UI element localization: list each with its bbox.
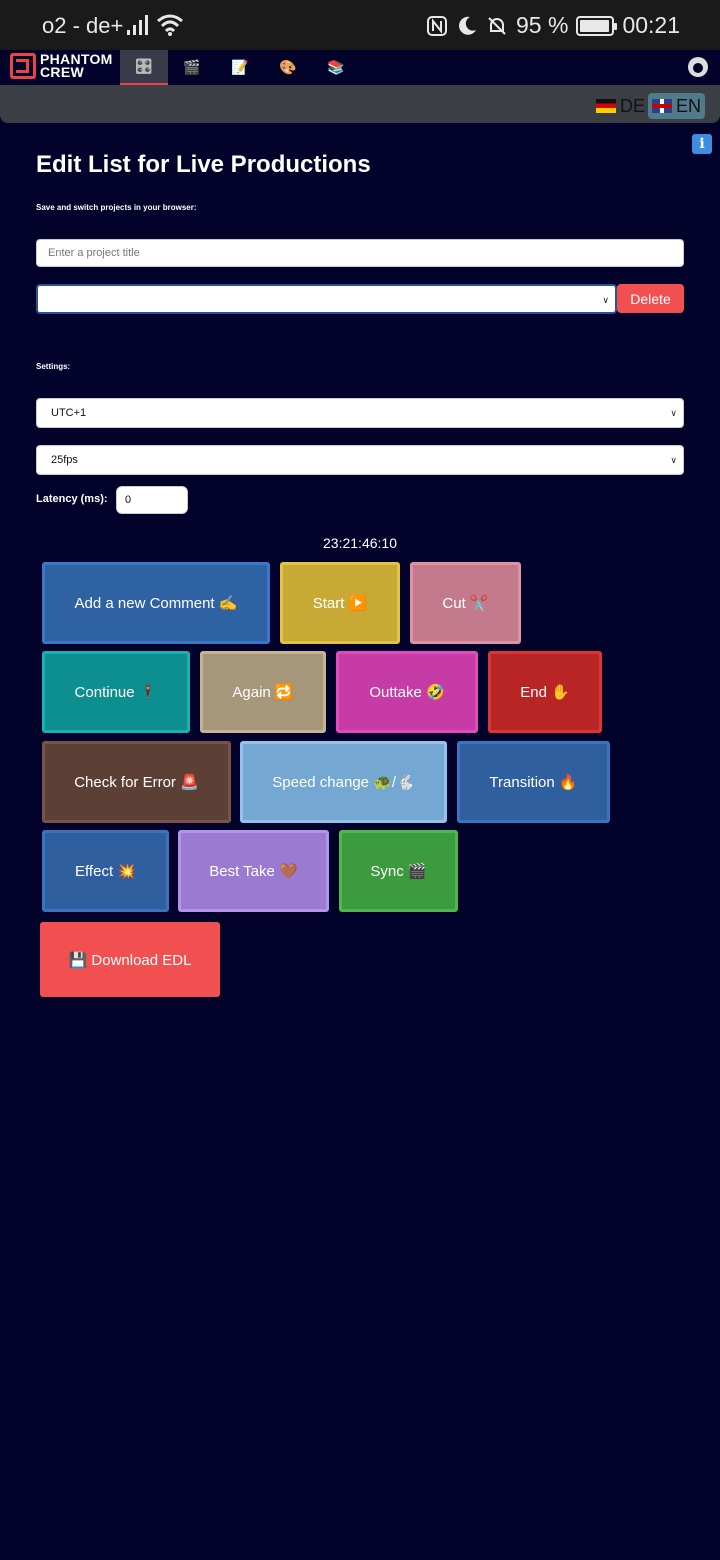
nav-tab-memo[interactable]: 📝 (216, 50, 264, 85)
start-label: Start ▶️ (312, 595, 368, 612)
effect-button[interactable]: Effect 💥 (42, 830, 169, 912)
speed-change-label: Speed change 🐢/🐇 (272, 774, 415, 791)
clock: 00:21 (622, 12, 680, 38)
chevron-down-icon: ∨ (602, 295, 609, 305)
settings-label: Settings: (36, 362, 71, 371)
project-select[interactable]: ∨ (36, 284, 617, 314)
palette-icon: 🎨 (279, 59, 297, 75)
uk-flag-icon (652, 99, 672, 113)
lang-de-label: DE (620, 95, 646, 116)
nav-tab-clapper[interactable]: 🎬 (168, 50, 216, 85)
best-take-label: Best Take 🤎 (209, 863, 298, 880)
timezone-value: UTC+1 (51, 407, 87, 419)
project-title-input[interactable] (36, 239, 684, 267)
language-bar: DE EN (0, 85, 720, 123)
cut-button[interactable]: Cut ✂️ (410, 562, 521, 644)
speed-change-button[interactable]: Speed change 🐢/🐇 (240, 741, 447, 823)
chevron-down-icon: ∨ (670, 408, 677, 418)
lang-en-button[interactable]: EN (648, 93, 706, 119)
books-icon: 📚 (327, 59, 345, 75)
status-bar: o2 - de+ 95 % 00:21 (0, 0, 720, 50)
nfc-icon (427, 15, 447, 36)
github-icon[interactable] (688, 57, 708, 77)
transition-label: Transition 🔥 (489, 774, 578, 791)
add-comment-button[interactable]: Add a new Comment ✍️ (42, 562, 270, 644)
carrier-label: o2 - de+ (42, 13, 124, 38)
german-flag-icon (596, 99, 616, 113)
moon-icon (459, 16, 476, 35)
logo[interactable]: PHANTOM CREW (10, 52, 113, 80)
sync-label: Sync 🎬 (370, 863, 427, 880)
effect-label: Effect 💥 (75, 863, 136, 880)
projects-subtitle: Save and switch projects in your browser… (36, 203, 197, 212)
outtake-label: Outtake 🤣 (369, 684, 445, 701)
again-button[interactable]: Again 🔁 (200, 651, 326, 733)
battery-icon (576, 15, 618, 36)
lang-de-button[interactable]: DE (592, 93, 649, 119)
download-edl-button[interactable]: 💾 Download EDL (40, 922, 220, 997)
delete-button[interactable]: Delete (617, 284, 684, 313)
cut-label: Cut ✂️ (442, 595, 489, 612)
fps-select[interactable]: 25fps ∨ (36, 445, 684, 475)
nav-tab-books[interactable]: 📚 (312, 50, 360, 85)
check-error-button[interactable]: Check for Error 🚨 (42, 741, 231, 823)
check-error-label: Check for Error 🚨 (74, 774, 199, 791)
latency-label: Latency (ms): (36, 493, 108, 505)
end-label: End ✋ (520, 684, 570, 701)
top-nav: PHANTOM CREW 🎛️ 🎬 📝 🎨 📚 (0, 50, 720, 85)
latency-input[interactable] (116, 486, 188, 514)
clapper-icon: 🎬 (183, 59, 201, 75)
again-label: Again 🔁 (232, 684, 294, 701)
fps-value: 25fps (51, 454, 78, 466)
continue-button[interactable]: Continue 🕴️ (42, 651, 190, 733)
add-comment-label: Add a new Comment ✍️ (74, 595, 238, 612)
info-icon[interactable]: i (692, 134, 712, 154)
logo-mark-icon (10, 53, 36, 79)
signal-icon (127, 15, 148, 35)
nav-tab-control-knobs[interactable]: 🎛️ (120, 50, 168, 85)
logo-line-2: CREW (40, 64, 84, 80)
chevron-down-icon: ∨ (670, 455, 677, 465)
lang-en-label: EN (676, 95, 702, 116)
battery-percent: 95 % (516, 12, 569, 38)
outtake-button[interactable]: Outtake 🤣 (336, 651, 478, 733)
transition-button[interactable]: Transition 🔥 (457, 741, 610, 823)
continue-label: Continue 🕴️ (74, 684, 158, 701)
sync-button[interactable]: Sync 🎬 (339, 830, 458, 912)
mute-bell-icon (488, 16, 506, 35)
timezone-select[interactable]: UTC+1 ∨ (36, 398, 684, 428)
wifi-icon (157, 14, 183, 36)
control-knobs-icon: 🎛️ (135, 58, 153, 74)
nav-tab-palette[interactable]: 🎨 (264, 50, 312, 85)
memo-icon: 📝 (231, 59, 249, 75)
page-title: Edit List for Live Productions (36, 151, 371, 178)
best-take-button[interactable]: Best Take 🤎 (178, 830, 329, 912)
end-button[interactable]: End ✋ (488, 651, 602, 733)
start-button[interactable]: Start ▶️ (280, 562, 400, 644)
timecode-display: 23:21:46:10 (323, 535, 397, 551)
